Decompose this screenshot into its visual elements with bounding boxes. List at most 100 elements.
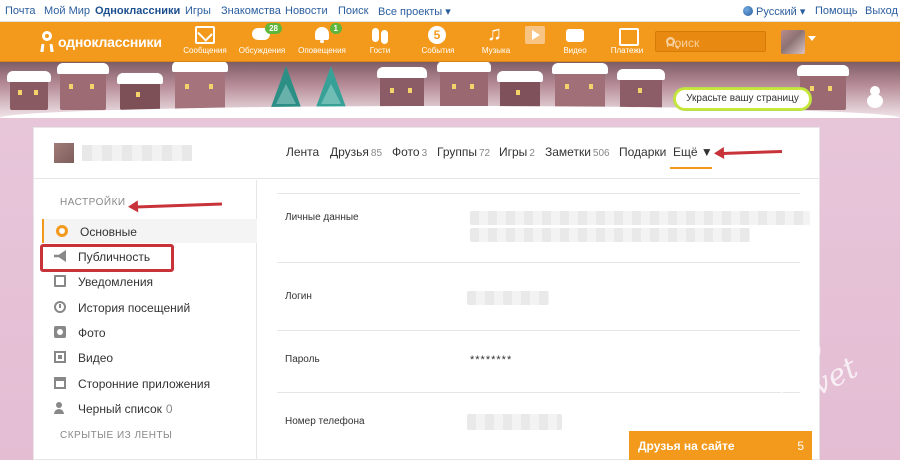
phone-label: Номер телефона	[285, 416, 365, 427]
house-decoration	[617, 69, 665, 110]
help-link[interactable]: Помощь	[815, 5, 858, 17]
chevron-down-icon: ▾	[445, 6, 451, 18]
tab-groups[interactable]: Группы 72	[437, 145, 490, 159]
chat-icon: 28	[252, 23, 282, 44]
nav-guests[interactable]: Гости	[355, 26, 405, 55]
house-decoration	[57, 63, 109, 110]
search-input[interactable]: Поиск	[655, 31, 766, 52]
friends-online-bar[interactable]: Друзья на сайте 5	[629, 431, 812, 460]
nav-notifications[interactable]: 1 Оповещения	[297, 23, 347, 55]
tab-label: Подарки	[619, 145, 667, 159]
globe-icon	[743, 6, 753, 16]
tree-decoration	[315, 66, 347, 110]
house-decoration	[172, 62, 228, 110]
nav-label: Платежи	[610, 46, 644, 55]
login-value-blurred	[467, 291, 549, 305]
sidebar-item-notifications[interactable]: Уведомления	[42, 269, 257, 293]
blacklist-count: 0	[165, 402, 173, 416]
discussions-badge: 28	[265, 23, 282, 34]
annotation-highlight-box	[40, 244, 174, 272]
sidebar-item-label: История посещений	[78, 301, 191, 315]
notifications-badge: 1	[329, 23, 342, 34]
sidebar-item-label: Черный список	[78, 402, 162, 416]
wallet-icon	[617, 26, 639, 46]
play-icon	[525, 26, 545, 44]
nav-label: Оповещения	[298, 46, 346, 55]
tab-count: 85	[370, 148, 383, 159]
sidebar-item-video[interactable]: Видео	[42, 345, 257, 369]
tab-friends[interactable]: Друзья 85	[330, 145, 382, 159]
row-divider	[277, 262, 800, 263]
profile-avatar[interactable]	[54, 143, 74, 163]
chevron-down-icon[interactable]	[808, 36, 816, 41]
main-header: одноклассники Сообщения 28 Обсуждения 1 …	[0, 22, 900, 62]
personal-data-label: Личные данные	[285, 212, 359, 223]
tab-games[interactable]: Игры 2	[499, 145, 535, 159]
portal-link-mail[interactable]: Почта	[5, 5, 36, 17]
house-decoration	[377, 67, 427, 110]
portal-bar: Почта Мой Мир Одноклассники Игры Знакомс…	[0, 0, 900, 22]
nav-payments[interactable]: Платежи	[602, 26, 652, 55]
camera-icon	[54, 326, 66, 338]
login-label: Логин	[285, 291, 312, 302]
nav-events[interactable]: События	[413, 26, 463, 55]
nav-discussions[interactable]: 28 Обсуждения	[237, 23, 287, 55]
nav-label: Видео	[563, 46, 587, 55]
row-divider	[277, 392, 800, 393]
language-selector[interactable]: Русский ▾	[743, 5, 805, 18]
sidebar-item-label: Сторонние приложения	[78, 377, 211, 391]
portal-link-my-world[interactable]: Мой Мир	[44, 5, 90, 17]
sidebar-item-label: Уведомления	[78, 275, 154, 289]
tab-count: 506	[592, 148, 610, 159]
site-logo[interactable]: одноклассники	[40, 30, 162, 54]
sidebar-item-label: Видео	[78, 351, 114, 365]
tree-decoration	[270, 66, 302, 110]
sidebar-item-blacklist[interactable]: Черный список 0	[42, 396, 257, 420]
profile-name-blurred[interactable]	[82, 145, 192, 161]
tab-more[interactable]: Ещё ▼	[673, 145, 713, 159]
search-icon[interactable]	[666, 37, 675, 46]
mail-icon	[195, 26, 215, 44]
logo-text: одноклассники	[58, 34, 162, 50]
nav-messages[interactable]: Сообщения	[180, 26, 230, 55]
tab-photos[interactable]: Фото 3	[392, 145, 427, 159]
logout-link[interactable]: Выход	[865, 5, 898, 17]
events-icon	[428, 26, 448, 44]
row-divider	[277, 330, 800, 331]
portal-link-games[interactable]: Игры	[185, 5, 211, 17]
nav-label: Обсуждения	[238, 46, 286, 55]
house-decoration	[552, 63, 608, 110]
nav-label: Сообщения	[183, 46, 227, 55]
portal-link-news[interactable]: Новости	[285, 5, 328, 17]
portal-link-search[interactable]: Поиск	[338, 5, 368, 17]
sidebar-item-label: Фото	[78, 326, 106, 340]
tab-label: Лента	[286, 145, 320, 159]
active-tab-indicator	[670, 167, 712, 169]
tab-gifts[interactable]: Подарки	[619, 145, 666, 159]
portal-link-dating[interactable]: Знакомства	[221, 5, 281, 17]
chevron-down-icon: ▾	[799, 6, 806, 18]
user-avatar[interactable]	[781, 30, 805, 54]
tab-feed[interactable]: Лента	[286, 145, 319, 159]
nav-label: Музыка	[481, 46, 511, 55]
sidebar-item-photo[interactable]: Фото	[42, 320, 257, 344]
sidebar-item-general[interactable]: Основные	[42, 219, 257, 243]
video-icon	[54, 351, 66, 363]
sidebar-item-third-party-apps[interactable]: Сторонние приложения	[42, 371, 257, 395]
nav-label: Гости	[369, 46, 391, 55]
snowman-decoration	[866, 86, 884, 108]
sidebar-item-visit-history[interactable]: История посещений	[42, 295, 257, 319]
nav-video[interactable]: Видео	[550, 26, 600, 55]
decorate-page-button[interactable]: Украсьте вашу страницу	[674, 88, 811, 110]
portal-link-all-projects[interactable]: Все проекты ▾	[378, 5, 451, 18]
portal-link-odnoklassniki[interactable]: Одноклассники	[95, 5, 180, 17]
tab-count: 72	[478, 148, 491, 159]
guests-icon	[370, 26, 390, 44]
notifications-icon	[54, 275, 66, 287]
friends-online-count: 5	[797, 439, 804, 453]
sidebar-item-label: Основные	[80, 225, 137, 239]
hidden-from-feed-title: СКРЫТЫЕ ИЗ ЛЕНТЫ	[60, 430, 173, 441]
tab-label: Фото	[392, 145, 420, 159]
tab-notes[interactable]: Заметки 506	[545, 145, 610, 159]
tab-label: Друзья	[330, 145, 369, 159]
